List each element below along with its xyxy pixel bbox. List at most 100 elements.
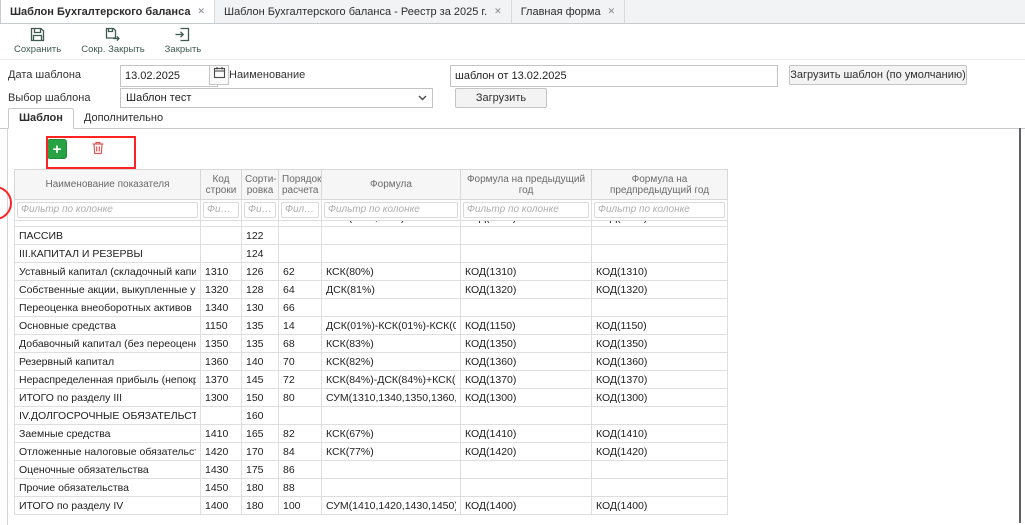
table-row[interactable]: Добавочный капитал (без переоценки)13501…	[15, 335, 728, 353]
cell[interactable]: IV.ДОЛГОСРОЧНЫЕ ОБЯЗАТЕЛЬСТВА	[15, 407, 201, 425]
cell[interactable]: ДСК(81%)	[322, 281, 461, 299]
table-row[interactable]: Отложенные налоговые обязательства142017…	[15, 443, 728, 461]
cell[interactable]: КОД(1320)	[592, 281, 728, 299]
cell[interactable]: КОД(1350)	[461, 335, 592, 353]
add-row-button[interactable]: +	[47, 139, 67, 159]
cell[interactable]: 1320	[201, 281, 242, 299]
cell[interactable]: КОД(1420)	[592, 443, 728, 461]
cell[interactable]: Отложенные налоговые обязательства	[15, 443, 201, 461]
filter-input[interactable]: Фильтр по колонке	[203, 202, 239, 218]
cell[interactable]: 66	[279, 299, 322, 317]
cell[interactable]: Нераспределенная прибыль (непокрыт...	[15, 371, 201, 389]
table-row[interactable]: Прочие обязательства145018088	[15, 479, 728, 497]
cell[interactable]: 165	[242, 425, 279, 443]
cell[interactable]: 1400	[201, 497, 242, 515]
filter-input[interactable]: Фильтр по колонке	[463, 202, 589, 218]
cell[interactable]: Резервный капитал	[15, 353, 201, 371]
save-button[interactable]: Сохранить	[14, 26, 61, 59]
cell[interactable]: 122	[242, 227, 279, 245]
cell[interactable]: 80	[279, 389, 322, 407]
save-and-close-button[interactable]: Сокр. Закрыть	[81, 26, 144, 59]
cell[interactable]	[592, 407, 728, 425]
table-row[interactable]: ПАССИВ 122	[15, 227, 728, 245]
cell[interactable]	[461, 299, 592, 317]
cell[interactable]: КОД(1300)	[461, 389, 592, 407]
cell[interactable]	[279, 245, 322, 263]
cell[interactable]: 1350	[201, 335, 242, 353]
load-button[interactable]: Загрузить	[455, 88, 547, 108]
cell[interactable]: 84	[279, 443, 322, 461]
load-default-template-button[interactable]: Загрузить шаблон (по умолчанию)	[789, 65, 967, 85]
table-row[interactable]: Переоценка внеоборотных активов134013066	[15, 299, 728, 317]
filter-input[interactable]: Фильтр по колонке	[594, 202, 725, 218]
cell[interactable]: 135	[242, 317, 279, 335]
cell[interactable]: СУМ(1410,1420,1430,1450)	[322, 497, 461, 515]
cell[interactable]	[201, 407, 242, 425]
column-header-2[interactable]: Сорти-ровка	[242, 170, 279, 200]
window-tab-main-form[interactable]: Главная форма ✕	[512, 0, 625, 23]
cell[interactable]: Заемные средства	[15, 425, 201, 443]
filter-input[interactable]: Фильтр по колонке	[281, 202, 319, 218]
tab-additional[interactable]: Дополнительно	[74, 109, 173, 128]
cell[interactable]	[279, 227, 322, 245]
cell[interactable]: КОД(1150)	[461, 317, 592, 335]
cell[interactable]: КСК(84%)-ДСК(84%)+КСК(99...	[322, 371, 461, 389]
cell[interactable]: КОД(1310)	[592, 263, 728, 281]
cell[interactable]: Оценочные обязательства	[15, 461, 201, 479]
name-input[interactable]: шаблон от 13.02.2025	[450, 65, 778, 87]
cell[interactable]	[322, 407, 461, 425]
cell[interactable]	[592, 479, 728, 497]
cell[interactable]: 126	[242, 263, 279, 281]
cell[interactable]: КСК(80%)	[322, 263, 461, 281]
cell[interactable]	[201, 227, 242, 245]
cell[interactable]: 86	[279, 461, 322, 479]
cell[interactable]	[279, 407, 322, 425]
table-row[interactable]: Оценочные обязательства143017586	[15, 461, 728, 479]
cell[interactable]: 130	[242, 299, 279, 317]
cell[interactable]	[322, 479, 461, 497]
cell[interactable]: 1360	[201, 353, 242, 371]
cell[interactable]: 72	[279, 371, 322, 389]
table-row[interactable]: Собственные акции, выкупленные у ак...13…	[15, 281, 728, 299]
cell[interactable]	[461, 227, 592, 245]
cell[interactable]	[592, 461, 728, 479]
cell[interactable]: КОД(1370)	[461, 371, 592, 389]
close-icon[interactable]: ✕	[608, 7, 616, 16]
cell[interactable]: ДСК(01%)-КСК(01%)-КСК(02...	[322, 317, 461, 335]
cell[interactable]: 175	[242, 461, 279, 479]
cell[interactable]: ПАССИВ	[15, 227, 201, 245]
cell[interactable]: 170	[242, 443, 279, 461]
cell[interactable]: 1150	[201, 317, 242, 335]
cell[interactable]: КОД(1350)	[592, 335, 728, 353]
cell[interactable]: 1420	[201, 443, 242, 461]
table-row[interactable]: Нераспределенная прибыль (непокрыт...137…	[15, 371, 728, 389]
cell[interactable]	[461, 407, 592, 425]
table-row[interactable]: III.КАПИТАЛ И РЕЗЕРВЫ124	[15, 245, 728, 263]
cell[interactable]: Собственные акции, выкупленные у ак...	[15, 281, 201, 299]
cell[interactable]: 1340	[201, 299, 242, 317]
cell[interactable]: 62	[279, 263, 322, 281]
cell[interactable]: 1310	[201, 263, 242, 281]
column-header-4[interactable]: Формула	[322, 170, 461, 200]
date-input[interactable]: 13.02.2025	[120, 65, 218, 87]
filter-input[interactable]: Фильтр по колонке	[244, 202, 276, 218]
cell[interactable]: 1450	[201, 479, 242, 497]
cell[interactable]	[322, 245, 461, 263]
cell[interactable]: ИТОГО по разделу IV	[15, 497, 201, 515]
window-tab-balance-template[interactable]: Шаблон Бухгалтерского баланса ✕	[0, 0, 215, 23]
close-icon[interactable]: ✕	[494, 7, 502, 16]
cell[interactable]: КОД(1410)	[592, 425, 728, 443]
cell[interactable]: Переоценка внеоборотных активов	[15, 299, 201, 317]
cell[interactable]: III.КАПИТАЛ И РЕЗЕРВЫ	[15, 245, 201, 263]
table-row[interactable]: Основные средства115013514ДСК(01%)-КСК(0…	[15, 317, 728, 335]
cell[interactable]	[592, 299, 728, 317]
table-row[interactable]: ИТОГО по разделу III130015080СУМ(1310,13…	[15, 389, 728, 407]
close-icon[interactable]: ✕	[197, 7, 205, 16]
cell[interactable]: КОД(1420)	[461, 443, 592, 461]
cell[interactable]: КОД(1370)	[592, 371, 728, 389]
window-tab-registry-2025[interactable]: Шаблон Бухгалтерского баланса - Реестр з…	[215, 0, 512, 23]
table-row[interactable]: ИТОГО по разделу IV1400180100СУМ(1410,14…	[15, 497, 728, 515]
cell[interactable]: 1300	[201, 389, 242, 407]
cell[interactable]	[461, 479, 592, 497]
cell[interactable]: КСК(82%)	[322, 353, 461, 371]
